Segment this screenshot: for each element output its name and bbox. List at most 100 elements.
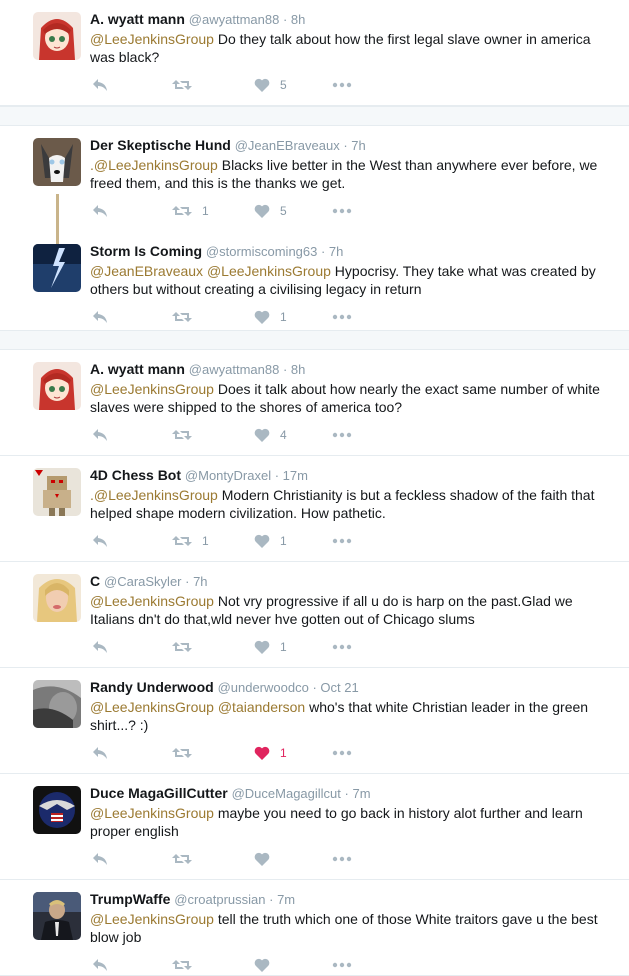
more-options-button[interactable] [332,533,352,549]
author-name[interactable]: Duce MagaGillCutter [90,785,228,801]
author-handle[interactable]: @CaraSkyler [104,574,182,589]
author-handle[interactable]: @underwoodco [218,680,309,695]
author-handle[interactable]: @MontyDraxel [185,468,271,483]
tweet[interactable]: Duce MagaGillCutter @DuceMagagillcut · 7… [0,774,629,880]
mention-link[interactable]: @LeeJenkinsGroup [90,593,214,609]
mention-link[interactable]: .@LeeJenkinsGroup [90,487,218,503]
more-options-button[interactable] [332,77,352,93]
tweet[interactable]: C @CaraSkyler · 7h @LeeJenkinsGroup Not v… [0,562,629,668]
more-options-icon [332,432,352,438]
tweet-timestamp[interactable]: 7h [351,138,365,153]
tweet[interactable]: Der Skeptische Hund @JeanEBraveaux · 7h.… [0,126,629,244]
retweet-icon [172,204,192,218]
like-button[interactable] [254,851,280,867]
retweet-button[interactable] [172,639,202,655]
like-count: 1 [280,640,287,654]
retweet-button[interactable] [172,77,202,93]
more-options-button[interactable] [332,309,352,325]
tweet[interactable]: Storm Is Coming @stormiscoming63 · 7h @Je… [0,232,629,330]
author-name[interactable]: Storm Is Coming [90,243,202,259]
author-handle[interactable]: @JeanEBraveaux [235,138,340,153]
author-name[interactable]: Der Skeptische Hund [90,137,231,153]
avatar[interactable] [33,138,81,186]
like-button[interactable]: 5 [254,203,287,219]
tweet[interactable]: 4D Chess Bot @MontyDraxel · 17m .@LeeJenk… [0,456,629,562]
more-options-button[interactable] [332,851,352,867]
tweet-actions: 5 [90,77,390,93]
author-name[interactable]: C [90,573,100,589]
more-options-button[interactable] [332,427,352,443]
author-handle[interactable]: @awyattman88 [189,12,280,27]
tweet-timestamp[interactable]: 17m [283,468,308,483]
reply-button[interactable] [92,639,108,655]
like-button[interactable]: 1 [254,745,287,761]
tweet-timestamp[interactable]: 7m [277,892,295,907]
more-options-button[interactable] [332,639,352,655]
more-options-button[interactable] [332,957,352,973]
author-handle[interactable]: @croatprussian [174,892,265,907]
like-icon [254,310,270,324]
reply-button[interactable] [92,203,108,219]
mention-link[interactable]: @LeeJenkinsGroup [90,805,214,821]
mention-link[interactable]: @JeanEBraveaux @LeeJenkinsGroup [90,263,331,279]
author-handle[interactable]: @DuceMagagillcut [232,786,341,801]
reply-button[interactable] [92,533,108,549]
avatar[interactable] [33,680,81,728]
tweet[interactable]: TrumpWaffe @croatprussian · 7m @LeeJenkin… [0,880,629,976]
separator-dot: · [181,574,194,589]
tweet-header: Der Skeptische Hund @JeanEBraveaux · 7h [90,136,603,155]
tweet-timestamp[interactable]: 7h [193,574,207,589]
author-name[interactable]: Randy Underwood [90,679,214,695]
tweet[interactable]: Randy Underwood @underwoodco · Oct 21 @Le… [0,668,629,774]
retweet-button[interactable] [172,427,202,443]
avatar[interactable] [33,362,81,410]
retweet-button[interactable] [172,851,202,867]
mention-link[interactable]: .@LeeJenkinsGroup [90,157,218,173]
mention-link[interactable]: @LeeJenkinsGroup @taianderson [90,699,305,715]
author-name[interactable]: 4D Chess Bot [90,467,181,483]
reply-button[interactable] [92,957,108,973]
like-button[interactable]: 1 [254,309,287,325]
reply-button[interactable] [92,427,108,443]
avatar[interactable] [33,892,81,940]
reply-button[interactable] [92,851,108,867]
retweet-button[interactable] [172,745,202,761]
like-button[interactable] [254,957,280,973]
tweet[interactable]: A. wyatt mann @awyattman88 · 8h @LeeJenki… [0,350,629,456]
author-name[interactable]: A. wyatt mann [90,11,185,27]
tweet[interactable]: A. wyatt mann @awyattman88 · 8h @LeeJenki… [0,0,629,106]
avatar[interactable] [33,12,81,60]
tweet-header: TrumpWaffe @croatprussian · 7m [90,890,603,909]
tweet-timestamp[interactable]: 7m [352,786,370,801]
reply-button[interactable] [92,309,108,325]
like-button[interactable]: 1 [254,639,287,655]
retweet-button[interactable] [172,957,202,973]
retweet-button[interactable]: 1 [172,533,209,549]
mention-link[interactable]: @LeeJenkinsGroup [90,381,214,397]
like-button[interactable]: 5 [254,77,287,93]
tweet-timestamp[interactable]: 8h [291,362,305,377]
tweet-actions: 4 [90,427,390,443]
tweet-timestamp[interactable]: 7h [329,244,343,259]
more-options-button[interactable] [332,745,352,761]
author-handle[interactable]: @stormiscoming63 [206,244,317,259]
tweet-timestamp[interactable]: Oct 21 [320,680,358,695]
mention-link[interactable]: @LeeJenkinsGroup [90,911,214,927]
author-name[interactable]: A. wyatt mann [90,361,185,377]
author-name[interactable]: TrumpWaffe [90,891,170,907]
tweet-actions [90,957,390,973]
avatar[interactable] [33,468,81,516]
mention-link[interactable]: @LeeJenkinsGroup [90,31,214,47]
avatar[interactable] [33,574,81,622]
tweet-timestamp[interactable]: 8h [291,12,305,27]
more-options-button[interactable] [332,203,352,219]
retweet-button[interactable] [172,309,202,325]
avatar[interactable] [33,786,81,834]
retweet-button[interactable]: 1 [172,203,209,219]
avatar[interactable] [33,244,81,292]
author-handle[interactable]: @awyattman88 [189,362,280,377]
like-button[interactable]: 1 [254,533,287,549]
reply-button[interactable] [92,77,108,93]
like-button[interactable]: 4 [254,427,287,443]
reply-button[interactable] [92,745,108,761]
